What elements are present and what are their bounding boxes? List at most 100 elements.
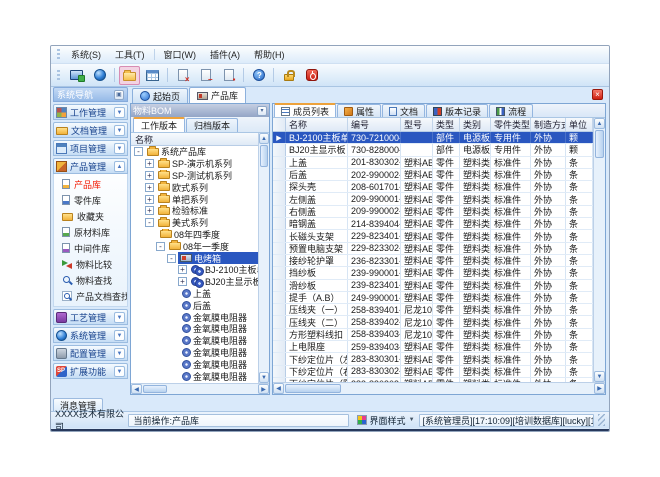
toolbar-button-globe-icon[interactable] [89,66,110,85]
chevron-up-icon[interactable]: ▲ [114,161,125,172]
table-cell[interactable]: 零件 [433,181,460,192]
table-cell[interactable]: 塑料类 [460,292,491,303]
toolbar-button-help-icon[interactable] [248,66,269,85]
table-cell[interactable]: 标准件 [491,193,531,204]
table-cell[interactable]: 标准件 [491,280,531,291]
table-cell[interactable]: 标准件 [491,206,531,217]
tree-node-08年一季度[interactable]: -08年一季度 [131,240,258,252]
table-cell[interactable]: 239-823401-00X [348,280,401,291]
table-cell[interactable]: 259-839403-00X [348,341,401,352]
scrollbar-thumb[interactable] [285,384,341,393]
tree-node-label[interactable]: 08年一季度 [183,240,229,252]
expand-icon[interactable]: + [145,183,154,192]
tree-node-label[interactable]: 金氧膜电阻器 [193,370,247,382]
chevron-down-icon[interactable]: ▼ [114,143,125,154]
table-cell[interactable]: 塑料类 [460,304,491,315]
table-cell[interactable]: 塑料类 [460,169,491,180]
table-cell[interactable]: 电源板 [460,132,491,143]
table-cell[interactable]: 零件 [433,329,460,340]
table-cell[interactable]: 外协 [531,255,566,266]
table-cell[interactable]: 外协 [531,230,566,241]
table-row[interactable]: 压线夹（二）258-839402-00X尼龙1010零件塑料类标准件外协条 [273,316,593,328]
column-header-型号[interactable]: 型号 [401,118,433,131]
tree-node-label[interactable]: 金氧膜电阻器 [193,323,247,335]
table-cell[interactable]: 标准件 [491,181,531,192]
table-cell[interactable]: 塑料ABS [401,169,433,180]
table-row[interactable]: 挡纱板239-990001-01X塑料ABS零件塑料类标准件外协条 [273,267,593,279]
sidebar-item-产品库[interactable]: 产品库 [54,176,127,192]
chevron-down-icon[interactable]: ▼ [114,366,125,377]
sidebar-group-4[interactable]: 工艺管理▼ [53,309,128,325]
scroll-left-icon[interactable]: ◀ [273,383,284,394]
column-header-类别[interactable]: 类别 [460,118,491,131]
column-header-零件类型[interactable]: 零件类型 [491,118,531,131]
pin-icon[interactable]: ▣ [114,90,124,100]
toolbar-button-lock-icon[interactable] [278,66,299,85]
table-cell[interactable]: 外协 [531,157,566,168]
table-cell[interactable]: 外协 [531,366,566,377]
table-cell[interactable]: 标准件 [491,243,531,254]
table-cell[interactable]: 塑料ABS [401,181,433,192]
tab-起始页[interactable]: 起始页 [132,88,188,103]
scroll-up-icon[interactable]: ▲ [259,133,269,144]
table-cell[interactable]: 283-830302-00X [348,366,401,377]
table-cell[interactable]: 零件 [433,255,460,266]
sidebar-item-中间件库[interactable]: 中间件库 [54,240,127,256]
table-cell[interactable]: 外协 [531,243,566,254]
chevron-down-icon[interactable]: ▼ [114,125,125,136]
tree-node-欧式系列[interactable]: +欧式系列 [131,181,258,193]
tab-流程[interactable]: 流程 [489,104,533,117]
table-cell[interactable]: 标准件 [491,329,531,340]
tree-column-header[interactable]: 名称 [131,133,258,146]
table-row[interactable]: 暗钢盖214-839404-01X塑料ABS零件塑料类标准件外协条 [273,218,593,230]
table-cell[interactable]: 上电限座 [286,341,348,352]
table-cell[interactable]: 209-990002-01X [348,206,401,217]
sidebar-item-零件库[interactable]: 零件库 [54,192,127,208]
table-cell[interactable]: 塑料类 [460,341,491,352]
scroll-up-icon[interactable]: ▲ [594,118,605,129]
column-header-名称[interactable]: 名称 [286,118,348,131]
table-cell[interactable]: 条 [566,292,593,303]
table-cell[interactable]: 塑料类 [460,218,491,229]
column-header-单位[interactable]: 单位 [566,118,593,131]
tree-node-SP-演示机系列[interactable]: +SP-演示机系列 [131,158,258,170]
sidebar-item-物料比较[interactable]: 物料比较 [54,256,127,272]
table-cell[interactable]: 塑料ABS [401,193,433,204]
table-cell[interactable]: 尼龙1010 [401,329,433,340]
table-cell[interactable]: 外协 [531,316,566,327]
table-cell[interactable]: 塑料ABS [401,280,433,291]
table-cell[interactable]: 条 [566,304,593,315]
sidebar-group-3[interactable]: 产品管理▲ [53,158,128,174]
menu-item[interactable]: 工具(T) [108,46,152,63]
table-cell[interactable]: 条 [566,169,593,180]
table-cell[interactable]: 条 [566,218,593,229]
chevron-down-icon[interactable]: ▼ [114,312,125,323]
expand-icon[interactable]: + [145,171,154,180]
tree-node-label[interactable]: 金氧膜电阻器 [193,347,247,359]
table-cell[interactable]: 条 [566,329,593,340]
tab-工作版本[interactable]: 工作版本 [133,117,185,132]
table-cell[interactable]: 外协 [531,329,566,340]
chevron-down-icon[interactable]: ▼ [114,330,125,341]
sidebar-group-1[interactable]: 文档管理▼ [53,122,128,138]
tree-node-label[interactable]: 美式系列 [172,217,208,229]
table-cell[interactable]: 压线夹（一） [286,304,348,315]
sidebar-group-0[interactable]: 工作管理▼ [53,104,128,120]
table-cell[interactable]: 外协 [531,144,566,155]
table-cell[interactable]: 塑料类 [460,181,491,192]
tree-node-label[interactable]: 检验标准 [172,205,208,217]
close-tab-button[interactable]: × [592,89,603,100]
tree-node-后盖[interactable]: 后盖 [131,299,258,311]
menu-item[interactable]: 帮助(H) [247,46,292,63]
table-cell[interactable]: 塑料类 [460,329,491,340]
table-cell[interactable]: 专用件 [491,144,531,155]
tree-node-label[interactable]: 金氧膜电阻器 [193,311,247,323]
scroll-down-icon[interactable]: ▼ [594,371,605,382]
table-cell[interactable]: 塑料类 [460,267,491,278]
table-cell[interactable]: 下纱定位片（右） [286,366,348,377]
table-cell[interactable] [401,144,433,155]
table-row[interactable]: 接纱轮护罩236-823301-00X塑料ABS零件塑料类标准件外协条 [273,255,593,267]
table-cell[interactable]: 零件 [433,169,460,180]
table-cell[interactable]: 塑料ABS [401,341,433,352]
table-row[interactable]: 探头壳208-601701-01X塑料ABS零件塑料类标准件外协条 [273,181,593,193]
